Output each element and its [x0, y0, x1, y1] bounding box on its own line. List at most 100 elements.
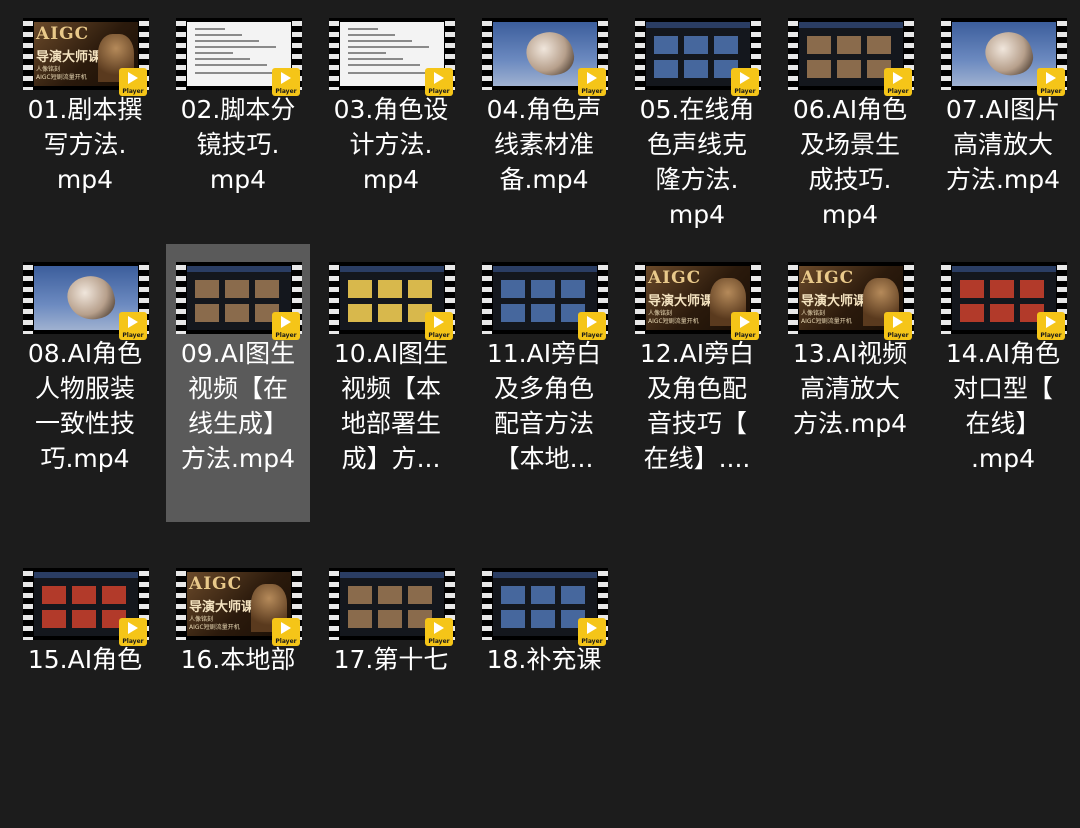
thumb-ui-block — [501, 610, 525, 628]
file-name-label: 05.在线角 色声线克 隆方法. mp4 — [639, 95, 755, 229]
file-item[interactable]: Player 17.第十七 — [319, 550, 463, 828]
file-item[interactable]: AIGC 导演大师课 人像铭刻 AIGC短剧流量开机 Player 12.AI旁白 及角色配… — [625, 244, 769, 522]
file-item[interactable]: Player 04.角色声 线素材准 备.mp4 — [472, 0, 616, 278]
play-triangle-icon — [1046, 316, 1056, 328]
file-item[interactable]: Player 06.AI角色 及场景生 成技巧. mp4 — [778, 0, 922, 278]
file-item[interactable]: Player 07.AI图片 高清放大 方法.mp4 — [931, 0, 1075, 278]
thumb-ui-block — [501, 586, 525, 604]
filmstrip-left-edge — [23, 568, 33, 640]
thumb-ui-block — [654, 36, 678, 54]
filmstrip-left-edge — [329, 262, 339, 334]
thumb-aigc-caption: 人像铭刻 AIGC短剧流量开机 — [648, 310, 699, 325]
play-triangle-icon — [587, 316, 597, 328]
thumb-doc-line — [195, 28, 225, 30]
thumb-aigc-title: AIGC — [189, 574, 243, 594]
thumb-ui-block — [1020, 280, 1044, 298]
file-item[interactable]: Player 14.AI角色 对口型【 在线】 .mp4 — [931, 244, 1075, 522]
thumb-ui-block — [867, 36, 891, 54]
file-name-label: 15.AI角色 — [27, 645, 143, 674]
thumb-ui-block — [42, 586, 66, 604]
thumb-ui-block — [348, 610, 372, 628]
thumb-ui-block — [684, 60, 708, 78]
play-triangle-icon — [434, 316, 444, 328]
thumb-ui-block — [807, 60, 831, 78]
filmstrip-left-edge — [482, 18, 492, 90]
file-name-label: 02.脚本分 镜技巧. mp4 — [180, 95, 296, 194]
file-item[interactable]: Player 10.AI图生 视频【本 地部署生 成】方... — [319, 244, 463, 522]
filmstrip-left-edge — [176, 18, 186, 90]
thumb-doc-line — [348, 72, 437, 74]
file-name-label: 14.AI角色 对口型【 在线】 .mp4 — [945, 339, 1061, 473]
thumb-ui-block — [990, 280, 1014, 298]
filmstrip-left-edge — [941, 18, 951, 90]
thumb-ui-block — [531, 280, 555, 298]
thumb-aigc-title: AIGC — [801, 268, 855, 288]
file-item[interactable]: Player 05.在线角 色声线克 隆方法. mp4 — [625, 0, 769, 278]
play-triangle-icon — [587, 622, 597, 634]
thumb-ui-block — [960, 280, 984, 298]
file-item[interactable]: Player 11.AI旁白 及多角色 配音方法 【本地... — [472, 244, 616, 522]
filmstrip-left-edge — [329, 568, 339, 640]
file-name-label: 03.角色设 计方法. mp4 — [333, 95, 449, 194]
file-item[interactable]: Player 15.AI角色 — [13, 550, 157, 828]
thumb-ui-block — [837, 60, 861, 78]
file-item[interactable]: Player 18.补充课 — [472, 550, 616, 828]
thumb-ui-block — [225, 304, 249, 322]
file-item[interactable]: Player 03.角色设 计方法. mp4 — [319, 0, 463, 278]
thumb-aigc-subtitle: 导演大师课 — [801, 294, 867, 309]
filmstrip-left-edge — [941, 262, 951, 334]
thumb-doc-line — [348, 28, 378, 30]
file-name-label: 06.AI角色 及场景生 成技巧. mp4 — [792, 95, 908, 229]
play-triangle-icon — [893, 316, 903, 328]
thumb-ui-block — [378, 610, 402, 628]
file-item[interactable]: Player 02.脚本分 镜技巧. mp4 — [166, 0, 310, 278]
thumb-aigc-subtitle: 导演大师课 — [648, 294, 714, 309]
thumb-ui-block — [531, 586, 555, 604]
thumb-ui-bar — [799, 22, 903, 28]
file-item[interactable]: AIGC 导演大师课 人像铭刻 AIGC短剧流量开机 Player 01.剧本撰 写方法. m… — [13, 0, 157, 278]
file-name-label: 13.AI视频 高清放大 方法.mp4 — [792, 339, 908, 438]
thumb-doc-line — [195, 40, 259, 42]
play-triangle-icon — [281, 316, 291, 328]
file-name-label: 18.补充课 — [486, 645, 602, 674]
file-item[interactable]: AIGC 导演大师课 人像铭刻 AIGC短剧流量开机 Player 16.本地部 — [166, 550, 310, 828]
thumb-ui-block — [561, 586, 585, 604]
filmstrip-left-edge — [635, 18, 645, 90]
thumb-ui-bar — [646, 22, 750, 28]
file-item[interactable]: Player 08.AI角色 人物服装 一致性技 巧.mp4 — [13, 244, 157, 522]
thumb-ui-block — [348, 280, 372, 298]
filmstrip-left-edge — [788, 262, 798, 334]
thumb-ui-block — [990, 304, 1014, 322]
thumb-aigc-subtitle: 导演大师课 — [189, 600, 255, 615]
play-triangle-icon — [434, 72, 444, 84]
thumb-ui-block — [378, 280, 402, 298]
thumb-ui-block — [378, 304, 402, 322]
thumb-ui-bar — [952, 266, 1056, 272]
thumb-ui-block — [348, 304, 372, 322]
thumb-ui-bar — [493, 266, 597, 272]
thumb-ui-bar — [493, 572, 597, 578]
file-name-label: 12.AI旁白 及角色配 音技巧【 在线】.... — [639, 339, 755, 473]
thumb-doc-line — [195, 52, 233, 54]
filmstrip-left-edge — [482, 568, 492, 640]
thumb-doc-line — [348, 34, 395, 36]
thumb-doc-line — [348, 40, 412, 42]
file-name-label: 07.AI图片 高清放大 方法.mp4 — [945, 95, 1061, 194]
filmstrip-left-edge — [482, 262, 492, 334]
file-item[interactable]: Player 09.AI图生 视频【在 线生成】 方法.mp4 — [166, 244, 310, 522]
thumb-ui-block — [42, 610, 66, 628]
file-item[interactable]: AIGC 导演大师课 人像铭刻 AIGC短剧流量开机 Player 13.AI视频 高清放大… — [778, 244, 922, 522]
filmstrip-left-edge — [176, 568, 186, 640]
thumb-ui-bar — [340, 266, 444, 272]
play-triangle-icon — [893, 72, 903, 84]
thumb-ui-block — [531, 610, 555, 628]
file-name-label: 10.AI图生 视频【本 地部署生 成】方... — [333, 339, 449, 473]
thumb-ui-block — [807, 36, 831, 54]
thumb-ui-block — [348, 586, 372, 604]
file-name-label: 11.AI旁白 及多角色 配音方法 【本地... — [486, 339, 602, 473]
thumb-rock-image — [63, 270, 119, 326]
thumb-doc-line — [195, 58, 250, 60]
filmstrip-left-edge — [23, 262, 33, 334]
thumb-ui-block — [714, 36, 738, 54]
filmstrip-left-edge — [788, 18, 798, 90]
